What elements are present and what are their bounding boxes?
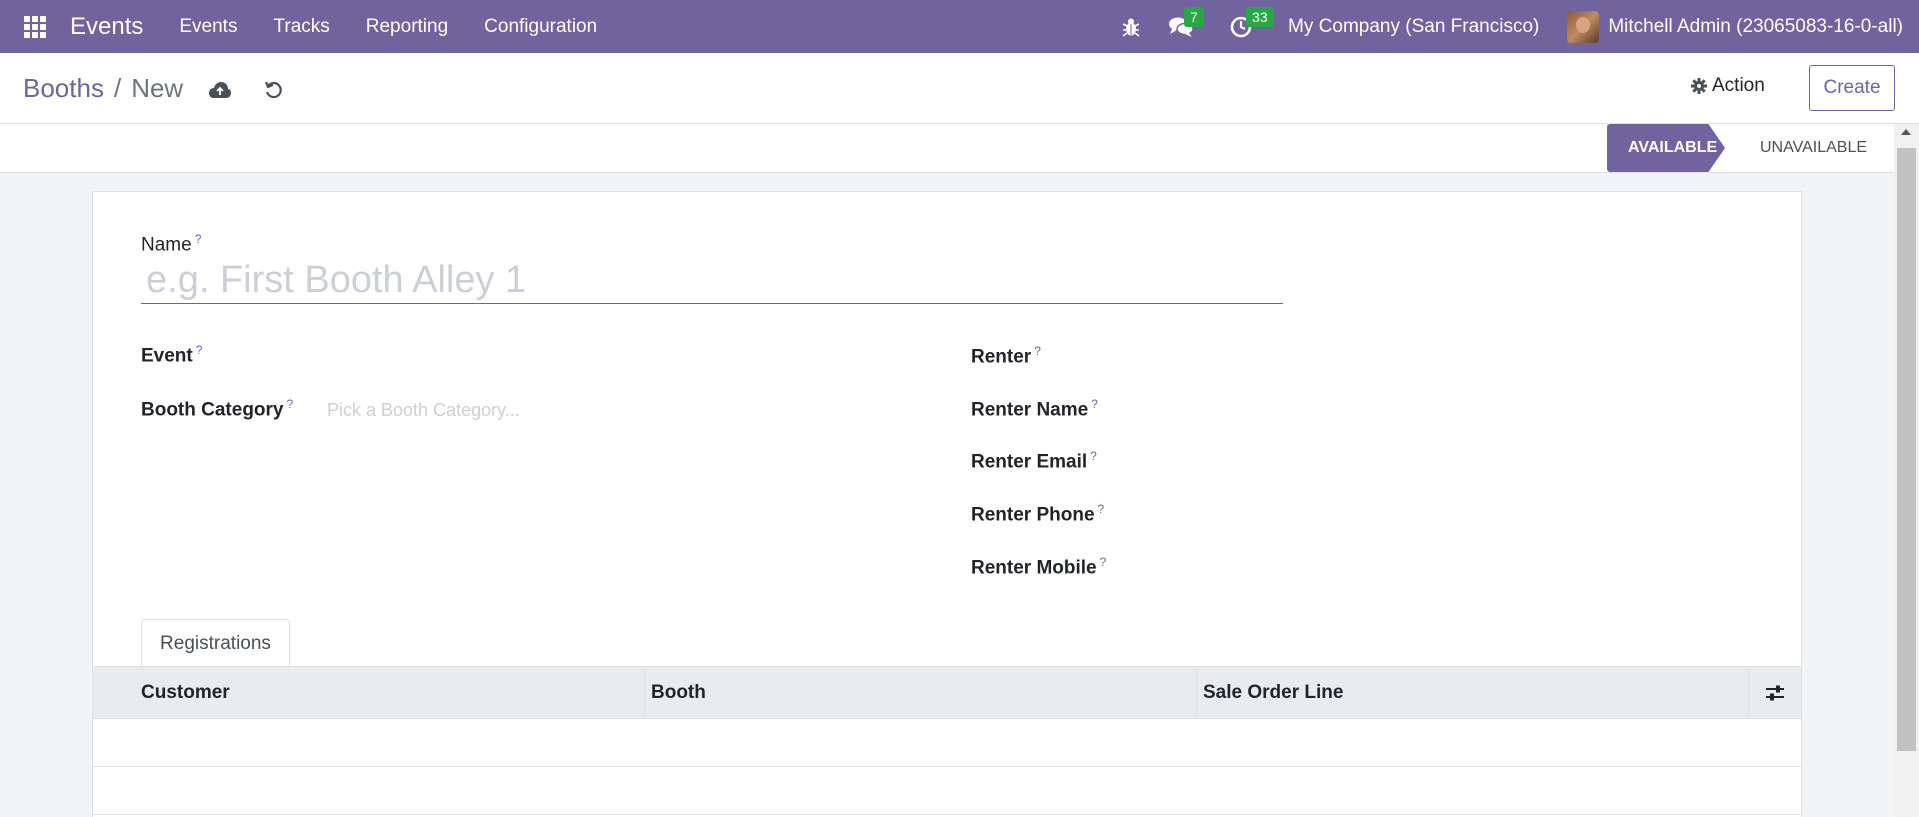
discard-undo-icon[interactable]: [259, 75, 289, 105]
menu-item-configuration[interactable]: Configuration: [466, 0, 615, 53]
statusbar: AVAILABLE UNAVAILABLE: [0, 124, 1894, 173]
activities-clock-icon[interactable]: 33: [1230, 6, 1274, 38]
optional-columns-sliders-icon[interactable]: [1749, 667, 1801, 718]
renter-help-tooltip[interactable]: ?: [1034, 344, 1041, 358]
registrations-table-header: Customer Booth Sale Order Line: [93, 666, 1801, 719]
column-header-booth[interactable]: Booth: [645, 667, 1197, 718]
menu-item-reporting[interactable]: Reporting: [348, 0, 466, 53]
tab-registrations[interactable]: Registrations: [141, 619, 290, 667]
activities-count-badge: 33: [1246, 6, 1274, 27]
name-input[interactable]: [141, 258, 1283, 304]
booth-category-input[interactable]: [322, 396, 842, 424]
renter-email-input[interactable]: [1193, 444, 1753, 472]
user-menu[interactable]: Mitchell Admin (23065083-16-0-all): [1567, 10, 1903, 43]
breadcrumb-separator: /: [113, 73, 122, 103]
messages-chat-icon[interactable]: 7: [1168, 6, 1204, 38]
scroll-up-arrow-icon[interactable]: [1901, 129, 1911, 135]
scroll-thumb[interactable]: [1897, 148, 1916, 751]
company-switcher[interactable]: My Company (San Francisco): [1288, 16, 1539, 38]
stage-unavailable-button[interactable]: UNAVAILABLE: [1760, 124, 1867, 172]
menu-item-events[interactable]: Events: [161, 0, 255, 53]
renter-mobile-field-label: Renter Mobile?: [971, 555, 1107, 579]
booth-category-help-tooltip[interactable]: ?: [287, 397, 294, 411]
save-cloud-upload-icon[interactable]: [205, 75, 235, 105]
action-menu-button[interactable]: Action: [1690, 75, 1765, 97]
renter-phone-field-label: Renter Phone?: [971, 502, 1105, 526]
renter-mobile-help-tooltip[interactable]: ?: [1100, 555, 1107, 569]
stage-available-button[interactable]: AVAILABLE: [1607, 124, 1725, 172]
app-menu-icon[interactable]: [0, 0, 70, 53]
table-row[interactable]: [93, 767, 1801, 815]
user-name: Mitchell Admin (23065083-16-0-all): [1608, 15, 1903, 37]
name-help-tooltip[interactable]: ?: [195, 232, 202, 246]
column-header-customer[interactable]: Customer: [93, 667, 645, 718]
renter-phone-help-tooltip[interactable]: ?: [1098, 502, 1105, 516]
vertical-scrollbar[interactable]: [1894, 124, 1919, 817]
top-navbar: Events Events Tracks Reporting Configura…: [0, 0, 1919, 53]
renter-mobile-input[interactable]: [1193, 550, 1753, 578]
breadcrumb-current: New: [131, 73, 184, 103]
renter-input[interactable]: [1193, 339, 1753, 367]
renter-name-input[interactable]: [1193, 392, 1753, 420]
systray: 7 33 My Company (San Francisco) Mitchell…: [1108, 0, 1919, 53]
renter-field-label: Renter?: [971, 344, 1041, 368]
event-input[interactable]: [322, 339, 842, 367]
debug-bug-icon[interactable]: [1122, 17, 1140, 37]
action-label: Action: [1712, 75, 1765, 96]
event-field-label: Event?: [141, 343, 203, 367]
renter-name-help-tooltip[interactable]: ?: [1091, 397, 1098, 411]
column-header-sale-order-line[interactable]: Sale Order Line: [1197, 667, 1749, 718]
event-help-tooltip[interactable]: ?: [196, 343, 203, 357]
renter-name-field-label: Renter Name?: [971, 397, 1098, 421]
breadcrumb-booths-link[interactable]: Booths: [23, 73, 104, 104]
app-name[interactable]: Events: [70, 13, 143, 41]
name-field-label: Name?: [141, 232, 202, 256]
booth-category-field-label: Booth Category?: [141, 397, 294, 421]
main-menu: Events Tracks Reporting Configuration: [161, 0, 615, 53]
messages-count-badge: 7: [1184, 6, 1204, 27]
table-row[interactable]: [93, 719, 1801, 767]
form-sheet: Name? Event? Booth Category? Renter? Ren…: [92, 191, 1802, 817]
renter-email-field-label: Renter Email?: [971, 449, 1097, 473]
user-avatar: [1567, 10, 1600, 43]
menu-item-tracks[interactable]: Tracks: [255, 0, 347, 53]
gear-icon: [1691, 78, 1707, 94]
renter-phone-input[interactable]: [1193, 497, 1753, 525]
renter-email-help-tooltip[interactable]: ?: [1090, 449, 1097, 463]
create-button[interactable]: Create: [1809, 65, 1895, 111]
control-panel: Booths / New Action Create: [0, 53, 1919, 124]
breadcrumb: Booths / New: [23, 73, 183, 104]
